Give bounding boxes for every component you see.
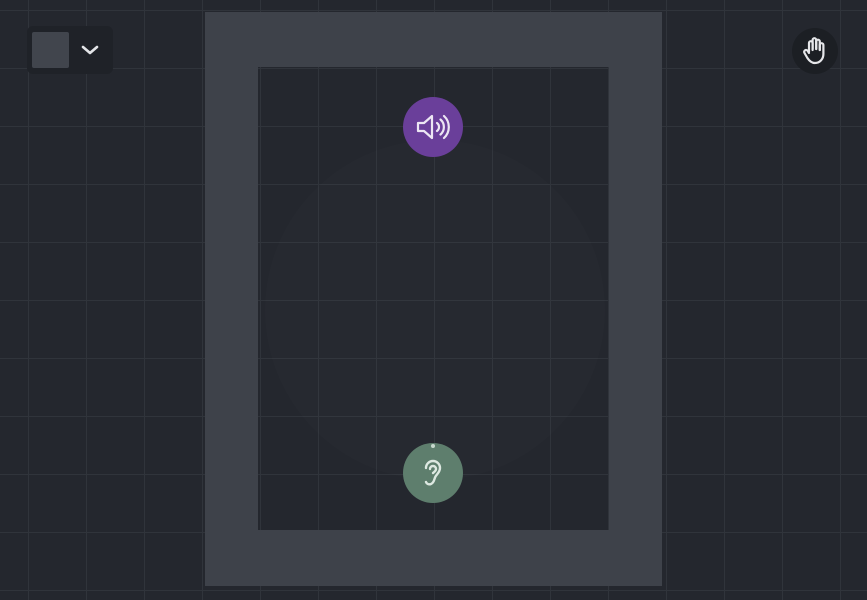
- speaker-node[interactable]: [403, 97, 463, 157]
- listening-range: [265, 140, 605, 480]
- hand-tool-button[interactable]: [792, 28, 838, 74]
- ear-icon: [424, 459, 442, 486]
- listener-direction-dot: [431, 444, 435, 448]
- hand-icon: [803, 37, 825, 65]
- chevron-down-icon[interactable]: [73, 32, 107, 68]
- color-swatch[interactable]: [32, 32, 69, 68]
- speaker-volume-icon: [416, 114, 450, 140]
- color-picker[interactable]: [27, 26, 113, 74]
- listener-node[interactable]: [403, 443, 463, 503]
